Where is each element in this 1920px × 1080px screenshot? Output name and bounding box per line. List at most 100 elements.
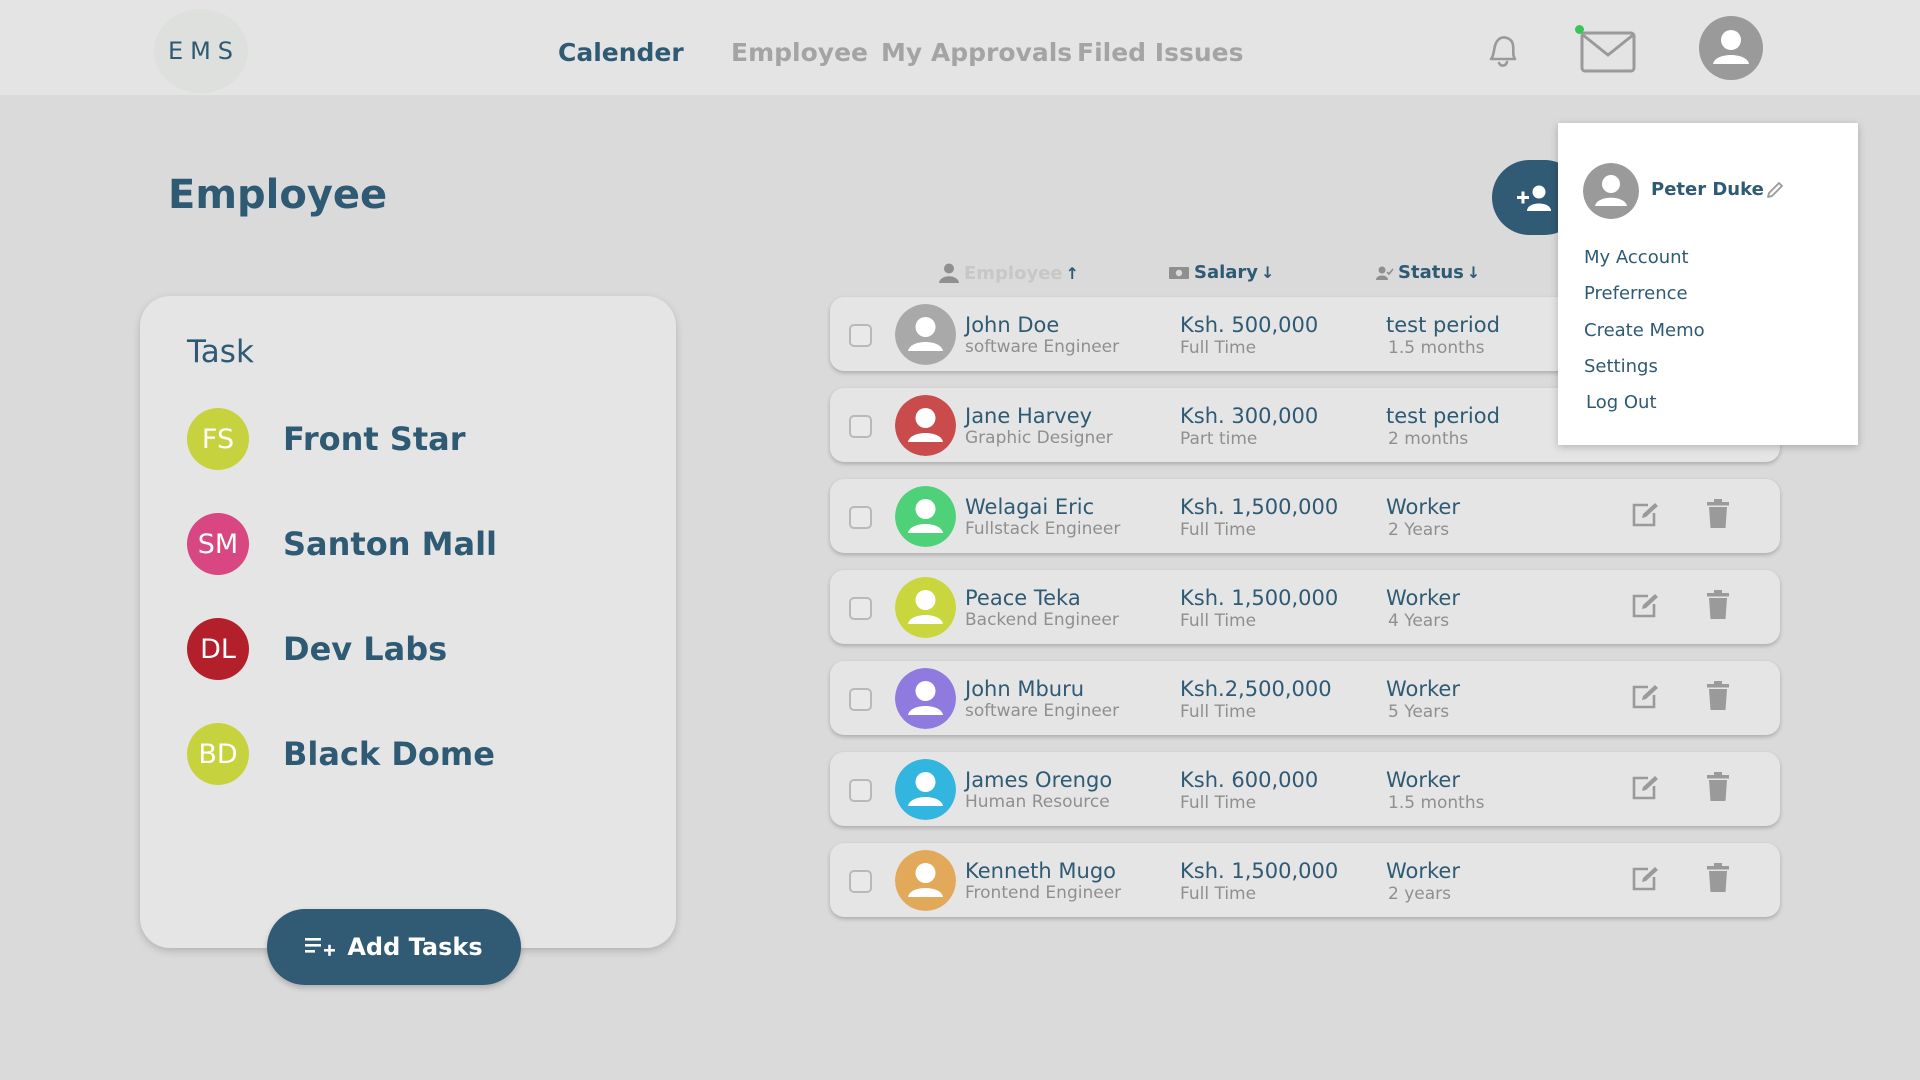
employee-salary: Ksh. 300,000 (1180, 404, 1319, 428)
user-avatar-icon[interactable] (1699, 16, 1763, 84)
menu-item-my-account[interactable]: My Account (1584, 247, 1689, 268)
row-checkbox[interactable] (849, 415, 872, 438)
row-checkbox[interactable] (849, 597, 872, 620)
task-initials-avatar: BD (187, 723, 249, 785)
employee-role: Human Resource (965, 792, 1110, 812)
task-item[interactable]: DL Dev Labs (187, 618, 447, 680)
menu-item-settings[interactable]: Settings (1584, 356, 1658, 377)
task-initials-avatar: SM (187, 513, 249, 575)
person-add-icon (1517, 185, 1551, 211)
employee-role: Fullstack Engineer (965, 519, 1121, 539)
sort-arrow: ↑ (1065, 263, 1080, 283)
sort-arrow: ↓ (1466, 263, 1481, 282)
menu-item-create-memo[interactable]: Create Memo (1584, 320, 1705, 341)
pencil-icon[interactable] (1765, 180, 1785, 204)
employee-avatar (895, 759, 956, 820)
task-name: Dev Labs (283, 630, 448, 668)
trash-icon[interactable] (1707, 590, 1729, 624)
task-panel: Task FS Front Star SM Santon Mall DL Dev… (140, 296, 676, 948)
employee-status: test period (1386, 404, 1500, 428)
task-initials-avatar: DL (187, 618, 249, 680)
task-item[interactable]: FS Front Star (187, 408, 466, 470)
employee-duration: 2 months (1388, 429, 1469, 449)
bell-icon[interactable] (1485, 31, 1519, 75)
employee-name: James Orengo (965, 768, 1113, 792)
column-header-salary[interactable]: Salary ↓ (1168, 262, 1274, 283)
employee-avatar (895, 395, 956, 456)
task-name: Front Star (283, 420, 466, 458)
menu-item-log-out[interactable]: Log Out (1586, 392, 1657, 413)
column-label: Salary (1194, 262, 1259, 283)
employee-name: Peace Teka (965, 586, 1081, 610)
row-checkbox[interactable] (849, 506, 872, 529)
nav-employee[interactable]: Employee (731, 38, 868, 67)
employee-name: John Doe (965, 313, 1060, 337)
employee-row[interactable]: John Mburu software Engineer Ksh.2,500,0… (830, 661, 1780, 735)
trash-icon[interactable] (1707, 681, 1729, 715)
app-logo[interactable]: EMS (154, 9, 248, 93)
employee-salary: Ksh. 500,000 (1180, 313, 1319, 337)
employee-status: Worker (1386, 859, 1460, 883)
employee-row[interactable]: James Orengo Human Resource Ksh. 600,000… (830, 752, 1780, 826)
row-checkbox[interactable] (849, 870, 872, 893)
employee-role: Frontend Engineer (965, 883, 1122, 903)
employment-type: Full Time (1180, 520, 1257, 540)
employment-type: Full Time (1180, 884, 1257, 904)
employee-avatar (895, 668, 956, 729)
employee-row[interactable]: Welagai Eric Fullstack Engineer Ksh. 1,5… (830, 479, 1780, 553)
employee-duration: 1.5 months (1388, 338, 1485, 358)
add-tasks-label: Add Tasks (347, 933, 483, 961)
profile-dropdown: Peter Duke My Account Preferrence Create… (1558, 123, 1858, 445)
nav-calender[interactable]: Calender (558, 38, 684, 67)
task-name: Santon Mall (283, 525, 497, 563)
task-item[interactable]: BD Black Dome (187, 723, 495, 785)
nav-my-approvals[interactable]: My Approvals (881, 38, 1072, 67)
edit-icon[interactable] (1630, 774, 1660, 806)
task-heading: Task (187, 334, 254, 370)
row-checkbox[interactable] (849, 324, 872, 347)
employment-type: Full Time (1180, 338, 1257, 358)
person-check-icon (1376, 266, 1394, 280)
edit-icon[interactable] (1630, 501, 1660, 533)
employee-salary: Ksh. 600,000 (1180, 768, 1319, 792)
edit-icon[interactable] (1630, 865, 1660, 897)
employee-status: test period (1386, 313, 1500, 337)
employee-duration: 1.5 months (1388, 793, 1485, 813)
employee-name: John Mburu (965, 677, 1085, 701)
menu-item-preferrence[interactable]: Preferrence (1584, 283, 1688, 304)
employee-name: Kenneth Mugo (965, 859, 1117, 883)
column-header-status[interactable]: Status ↓ (1376, 262, 1480, 283)
employee-duration: 2 Years (1388, 520, 1450, 540)
page-title: Employee (168, 172, 388, 218)
column-label: Status (1398, 262, 1464, 283)
mail-icon[interactable] (1580, 31, 1636, 77)
nav-filed-issues[interactable]: Filed Issues (1077, 38, 1243, 67)
edit-icon[interactable] (1630, 683, 1660, 715)
edit-icon[interactable] (1630, 592, 1660, 624)
column-label: Employee (964, 262, 1063, 284)
profile-name: Peter Duke (1651, 179, 1764, 200)
employee-status: Worker (1386, 677, 1460, 701)
employee-status: Worker (1386, 586, 1460, 610)
employee-row[interactable]: Kenneth Mugo Frontend Engineer Ksh. 1,50… (830, 843, 1780, 917)
employee-row[interactable]: Peace Teka Backend Engineer Ksh. 1,500,0… (830, 570, 1780, 644)
employee-duration: 4 Years (1388, 611, 1450, 631)
trash-icon[interactable] (1707, 499, 1729, 533)
employee-avatar (895, 304, 956, 365)
employee-salary: Ksh. 1,500,000 (1180, 586, 1339, 610)
playlist-add-icon (305, 938, 336, 956)
row-checkbox[interactable] (849, 688, 872, 711)
row-checkbox[interactable] (849, 779, 872, 802)
employee-role: software Engineer (965, 701, 1120, 721)
trash-icon[interactable] (1707, 772, 1729, 806)
employee-avatar (895, 850, 956, 911)
column-header-employee[interactable]: Employee ↑ (938, 262, 1079, 284)
employee-name: Jane Harvey (965, 404, 1093, 428)
employment-type: Part time (1180, 429, 1258, 449)
trash-icon[interactable] (1707, 863, 1729, 897)
employee-avatar (895, 577, 956, 638)
person-icon (939, 263, 959, 283)
add-tasks-button[interactable]: Add Tasks (267, 909, 521, 985)
task-item[interactable]: SM Santon Mall (187, 513, 497, 575)
employee-salary: Ksh. 1,500,000 (1180, 495, 1339, 519)
